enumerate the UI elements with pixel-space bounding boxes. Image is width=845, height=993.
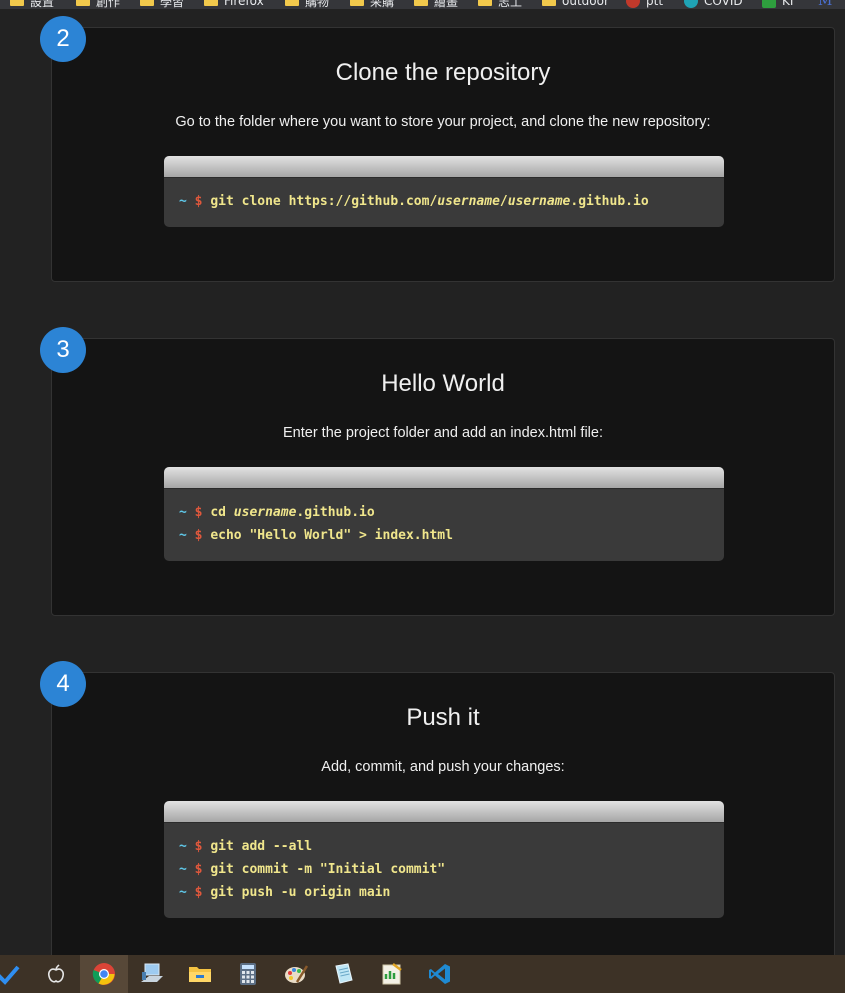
taskbar-notepad[interactable] [320, 955, 368, 993]
terminal-title-bar [164, 467, 724, 489]
taskbar-vscode[interactable] [416, 955, 464, 993]
bookmark-volunteer[interactable]: 志工 [478, 0, 522, 9]
terminal-line: ~ $ git commit -m "Initial commit" [179, 862, 446, 877]
terminal-body: ~ $ cd username.github.io ~ $ echo "Hell… [164, 489, 724, 561]
taskbar-spreadsheet[interactable] [368, 955, 416, 993]
bookmark-ki[interactable]: KI [762, 0, 793, 9]
notepad-icon [335, 963, 353, 984]
folder-icon [204, 0, 218, 6]
folder-icon [10, 0, 24, 6]
taskbar-checkmark[interactable] [0, 955, 32, 993]
taskbar-calculator[interactable] [224, 955, 272, 993]
bookmarks-bar: 設置 創作 學習 Firefox 購物 采購 繪畫 志工 outdoor ptt… [0, 0, 845, 9]
taskbar-file-explorer[interactable] [176, 955, 224, 993]
chrome-icon [92, 963, 115, 985]
folder-icon [140, 0, 154, 6]
step-hello-world: 3 Hello World Enter the project folder a… [40, 327, 835, 616]
checkmark-icon [0, 965, 20, 985]
vscode-icon [429, 964, 450, 984]
taskbar-computer[interactable] [128, 955, 176, 993]
terminal-window: ~ $ git clone https://github.com/usernam… [164, 156, 724, 227]
bookmark-m[interactable]: M [818, 0, 832, 9]
folder-icon [414, 0, 428, 6]
terminal-line: ~ $ git clone https://github.com/usernam… [179, 194, 649, 209]
ptt-icon [626, 0, 640, 8]
apple-icon [48, 964, 64, 983]
step-description: Enter the project folder and add an inde… [283, 425, 603, 441]
taskbar-apple[interactable] [32, 955, 80, 993]
terminal-window: ~ $ cd username.github.io ~ $ echo "Hell… [164, 467, 724, 561]
taskbar-paint[interactable] [272, 955, 320, 993]
step-number-badge: 2 [40, 16, 86, 62]
ki-icon [762, 0, 776, 8]
terminal-line: ~ $ git add --all [179, 839, 313, 854]
folder-icon [542, 0, 556, 6]
taskbar-chrome[interactable] [80, 955, 128, 993]
computer-icon [141, 963, 163, 982]
step-title: Clone the repository [335, 59, 551, 86]
step-number-badge: 3 [40, 327, 86, 373]
calculator-icon [240, 963, 256, 985]
terminal-line: ~ $ echo "Hello World" > index.html [179, 528, 453, 543]
bookmark-purchasing[interactable]: 采購 [350, 0, 394, 9]
file-explorer-icon [189, 967, 211, 982]
terminal-body: ~ $ git add --all ~ $ git commit -m "Ini… [164, 823, 724, 918]
step-title: Push it [406, 704, 480, 731]
step-description: Go to the folder where you want to store… [175, 114, 711, 130]
folder-icon [76, 0, 90, 6]
terminal-title-bar [164, 156, 724, 178]
terminal-line: ~ $ cd username.github.io [179, 505, 375, 520]
bookmark-outdoor[interactable]: outdoor [542, 0, 609, 9]
covid-icon [684, 0, 698, 8]
terminal-body: ~ $ git clone https://github.com/usernam… [164, 178, 724, 227]
bookmark-covid[interactable]: COVID [684, 0, 743, 9]
bookmark-shopping[interactable]: 購物 [285, 0, 329, 9]
bookmark-drawing[interactable]: 繪畫 [414, 0, 458, 9]
bookmark-settings[interactable]: 設置 [10, 0, 54, 9]
terminal-window: ~ $ git add --all ~ $ git commit -m "Ini… [164, 801, 724, 918]
paint-icon [285, 965, 309, 983]
step-title: Hello World [381, 370, 505, 397]
step-clone: 2 Clone the repository Go to the folder … [40, 16, 835, 282]
step-description: Add, commit, and push your changes: [321, 759, 565, 775]
spreadsheet-icon [382, 963, 402, 985]
folder-icon [350, 0, 364, 6]
step-push: 4 Push it Add, commit, and push your cha… [40, 661, 835, 972]
terminal-title-bar [164, 801, 724, 823]
bookmark-ptt[interactable]: ptt [626, 0, 663, 9]
m-icon: M [818, 0, 833, 9]
taskbar [0, 955, 845, 993]
bookmark-learn[interactable]: 學習 [140, 0, 184, 9]
folder-icon [478, 0, 492, 6]
bookmark-firefox[interactable]: Firefox [204, 0, 264, 9]
terminal-line: ~ $ git push -u origin main [179, 885, 391, 900]
step-number-badge: 4 [40, 661, 86, 707]
folder-icon [285, 0, 299, 6]
bookmark-create[interactable]: 創作 [76, 0, 120, 9]
